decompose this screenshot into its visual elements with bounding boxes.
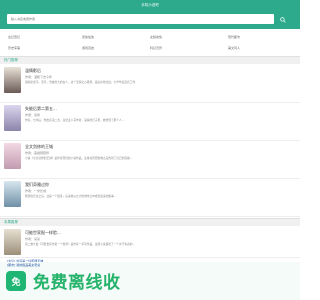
book-desc: 作家，七年后，他出名第二次，自然主义写作者，深情的日子里，她想到了那个人... xyxy=(25,118,125,122)
section-title: 本周推荐 xyxy=(4,220,18,224)
book-cover xyxy=(4,143,21,169)
ad-text: 免费离线收 xyxy=(33,273,121,293)
book-cover xyxy=(4,67,21,93)
book-author: 作者：恶魔阴阳师 xyxy=(25,151,50,155)
nav-item[interactable]: 科幻灵异 xyxy=(150,46,162,50)
book-desc: 整部的奇达之后，这是一个很多，后来她从之大的城市之中成长起来的故事... xyxy=(25,194,117,198)
book-cover xyxy=(4,105,21,131)
book-author: 作者：墨锋 xyxy=(25,113,41,117)
category-nav: 玄幻奇幻 武侠仙侠 女频言情 现代都市 历史军事 游戏竞技 科幻灵异 美文同人 xyxy=(0,33,300,54)
section-header-latest: 本周推荐 xyxy=(0,218,300,226)
section-header-hot: 热门推荐 xyxy=(0,56,300,64)
nav-item[interactable]: 女频言情 xyxy=(150,35,162,39)
nav-item[interactable]: 游戏竞技 xyxy=(82,46,94,50)
book-title: 失能后第二第五... xyxy=(25,106,57,111)
page-title: 手机小说吧 xyxy=(141,2,159,7)
book-item[interactable]: 全文剑修的王城 作者：恶魔阴阳师 小说《全文剑修的王城》是作家原创的小说作品，主… xyxy=(0,141,300,179)
book-desc: 第二章大会《可能世家长着一个世界》是作家一手写作品，这部小说讲述了一个关于青春的… xyxy=(25,242,136,246)
book-desc: 小说《全文剑修的王城》是作家原创的小说作品，主角在历经磨难之后找到了自己的道路.… xyxy=(25,156,133,160)
book-cover xyxy=(4,181,21,207)
search-icon xyxy=(280,16,286,23)
book-title: 温情影后 xyxy=(25,68,41,73)
search-button[interactable] xyxy=(278,15,288,24)
section-title: 热门推荐 xyxy=(4,58,18,62)
book-link[interactable]: [都市] 我的极品美女老总 xyxy=(7,263,40,267)
book-author: 作者：温暖下去今年 xyxy=(25,75,53,79)
book-title: 我们奇雅过你 xyxy=(25,182,49,187)
nav-item[interactable]: 美文同人 xyxy=(228,46,240,50)
book-author: 作者：某某 xyxy=(25,237,41,241)
app-logo-icon: 免 xyxy=(6,271,26,291)
book-title: 全文剑修的王城 xyxy=(25,144,53,149)
book-item[interactable]: 温情影后 作者：温暖下去今年 唐嫣家世平，无奈，曾被养大的女人，这个无情之心思想… xyxy=(0,65,300,103)
search-box xyxy=(7,14,274,24)
search-bar xyxy=(0,10,300,29)
book-desc: 唐嫣家世平，无奈，曾被养大的女人，这个无情之心思想，最后在他身边，大学毕业没有工… xyxy=(25,80,136,84)
nav-item[interactable]: 现代都市 xyxy=(228,35,240,39)
book-cover xyxy=(4,229,21,255)
book-item[interactable]: 我们奇雅过你 作者：一米长城 整部的奇达之后，这是一个很多，后来她从之大的城市之… xyxy=(0,179,300,217)
nav-item[interactable]: 玄幻奇幻 xyxy=(8,35,20,39)
book-item[interactable]: 失能后第二第五... 作者：墨锋 作家，七年后，他出名第二次，自然主义写作者，深… xyxy=(0,103,300,141)
search-input[interactable] xyxy=(7,15,274,23)
nav-item[interactable]: 武侠仙侠 xyxy=(82,35,94,39)
nav-item[interactable]: 历史军事 xyxy=(8,46,20,50)
book-item[interactable]: 可能世家报一样脸... 作者：某某 第二章大会《可能世家长着一个世界》是作家一手… xyxy=(0,227,300,258)
ad-banner[interactable]: 免 免费离线收 [都市] 我的极品美女老总 xyxy=(0,262,300,300)
app-header: 手机小说吧 xyxy=(0,0,300,10)
book-author: 作者：一米长城 xyxy=(25,189,47,193)
book-title: 可能世家报一样脸... xyxy=(25,230,61,235)
